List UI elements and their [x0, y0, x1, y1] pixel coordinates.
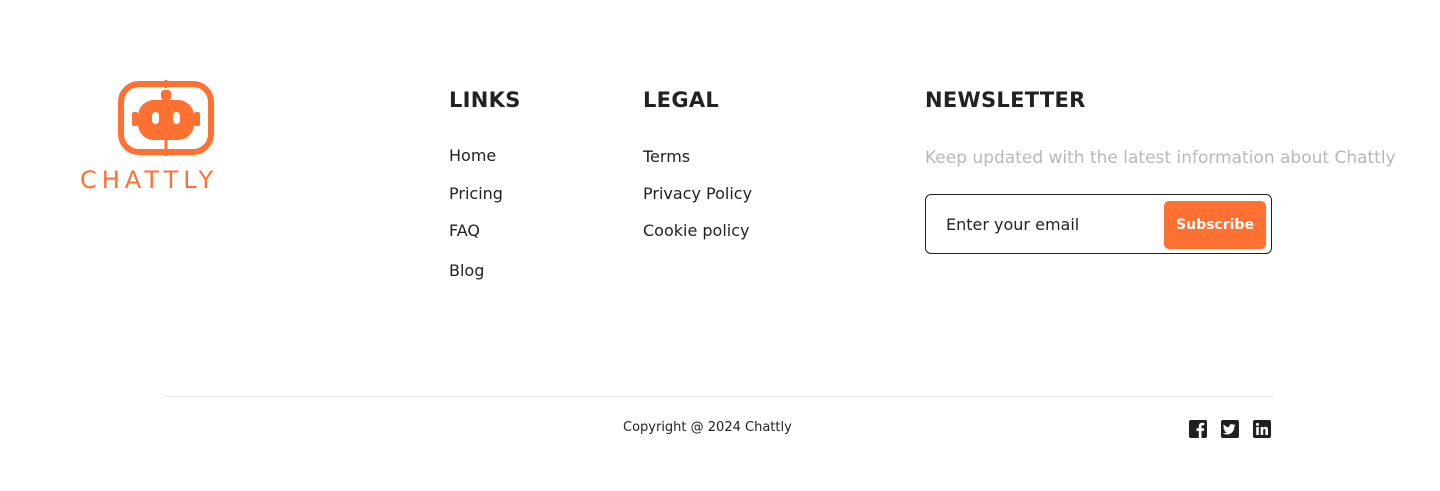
footer-link-home[interactable]: Home — [449, 146, 496, 165]
legal-title: LEGAL — [643, 88, 720, 112]
newsletter-title: NEWSLETTER — [925, 88, 1086, 112]
subscribe-button[interactable]: Subscribe — [1164, 201, 1266, 249]
footer-link-privacy-policy[interactable]: Privacy Policy — [643, 184, 752, 203]
facebook-icon[interactable] — [1189, 420, 1207, 438]
footer-link-pricing[interactable]: Pricing — [449, 184, 503, 203]
social-links — [1189, 420, 1271, 438]
links-title: LINKS — [449, 88, 521, 112]
twitter-icon[interactable] — [1221, 420, 1239, 438]
robot-icon — [118, 80, 214, 156]
brand-name: CHATTLY — [80, 166, 219, 194]
footer-link-terms[interactable]: Terms — [643, 147, 690, 166]
brand-logo[interactable]: CHATTLY — [80, 78, 252, 194]
links-column: LINKS Home Pricing FAQ Blog — [449, 86, 521, 280]
copyright-text: Copyright @ 2024 Chattly — [623, 420, 792, 435]
newsletter-description: Keep updated with the latest information… — [925, 148, 1396, 168]
email-input[interactable] — [946, 209, 1156, 239]
newsletter-column: NEWSLETTER Keep updated with the latest … — [925, 86, 1396, 254]
newsletter-form: Subscribe — [925, 194, 1272, 254]
footer-divider — [164, 396, 1274, 397]
footer-link-faq[interactable]: FAQ — [449, 221, 480, 240]
legal-column: LEGAL Terms Privacy Policy Cookie policy — [643, 86, 752, 240]
footer-link-blog[interactable]: Blog — [449, 261, 484, 280]
footer-link-cookie-policy[interactable]: Cookie policy — [643, 221, 750, 240]
linkedin-icon[interactable] — [1253, 420, 1271, 438]
